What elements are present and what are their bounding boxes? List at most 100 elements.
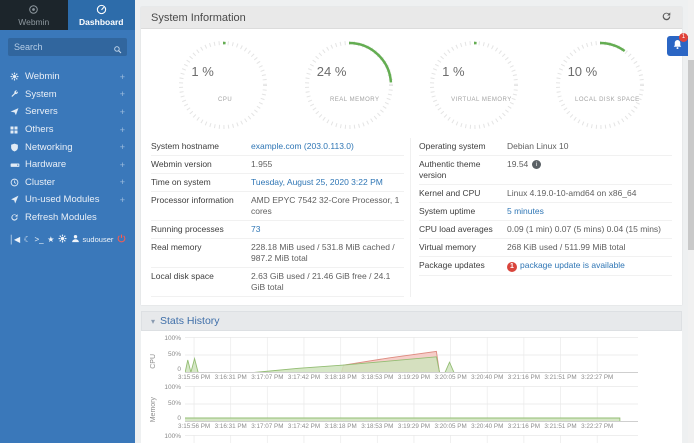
cpu-gauge-value: 1 % [191,64,213,79]
sidebar-item-cluster[interactable]: Cluster+ [0,174,135,192]
user-icon [71,234,80,245]
virtual-memory-gauge-value: 1 % [442,64,464,79]
expand-plus-icon[interactable]: + [120,107,125,117]
y-tick-label: 50% [168,400,181,407]
system-hostname-row: System hostnameexample.com (203.0.113.0) [151,138,404,156]
update-count-badge: 1 [507,262,517,272]
refresh-button[interactable] [661,11,672,24]
main-content: System Information 1 % CPU 24 % REAL MEM… [135,0,688,443]
sidebar-item-refresh-modules[interactable]: Refresh Modules [0,209,135,227]
running-processes-row: Running processes73 [151,221,404,239]
package-updates-row: Package updates1package update is availa… [419,257,672,276]
chart-series-label: CPU [150,354,157,369]
y-tick-label: 100% [164,335,181,342]
info-value[interactable]: Tuesday, August 25, 2020 3:22 PM [251,177,404,188]
notification-bell-button[interactable]: 1 [667,36,688,56]
tab-dashboard[interactable]: Dashboard [68,0,136,30]
sidebar-item-webmin[interactable]: Webmin+ [0,68,135,86]
local-disk-space-row: Local disk space2.63 GiB used / 21.46 Gi… [151,268,404,297]
stats-history-panel: ▾ Stats History CPU 100% 50% 03:15:56 PM 3:1… [141,311,682,443]
settings-button[interactable] [58,234,67,245]
x-tick-label: 3:17:07 PM [251,374,283,381]
sidebar-item-label: Hardware [25,159,66,170]
info-value: 2.63 GiB used / 21.46 GiB free / 24.1 Gi… [251,271,404,293]
chart-y-axis: 100% 50% 0 [159,337,185,373]
sidebar-item-others[interactable]: Others+ [0,121,135,139]
gear-icon [10,72,25,81]
expand-plus-icon[interactable]: + [120,142,125,152]
sidebar-item-hardware[interactable]: Hardware + [0,156,135,174]
info-value[interactable]: example.com (203.0.113.0) [251,141,404,152]
scrollbar-thumb[interactable] [688,60,694,250]
chevron-down-icon: ▾ [151,317,155,326]
expand-plus-icon[interactable]: + [120,177,125,187]
sidebar-item-label: System [25,89,57,100]
memory-history-chart: Memory100%50%03:15:56 PM3:16:31 PM3:17:0… [147,386,682,433]
expand-plus-icon[interactable]: + [120,89,125,99]
x-tick-label: 3:21:16 PM [508,423,540,430]
real-memory-gauge-label: REAL MEMORY [330,97,380,103]
kernel-and-cpu-row: Kernel and CPULinux 4.19.0-10-amd64 on x… [419,185,672,203]
expand-plus-icon[interactable]: + [120,125,125,135]
info-label: System uptime [419,206,507,217]
expand-plus-icon[interactable]: + [120,160,125,170]
sidebar-item-un-used-modules[interactable]: Un-used Modules+ [0,191,135,209]
power-icon [117,234,126,245]
sidebar-item-label: Servers [25,106,58,117]
system-information-panel: System Information 1 % CPU 24 % REAL MEM… [141,7,682,305]
search-input[interactable] [8,38,127,56]
favorites-button[interactable]: ★ [47,235,54,244]
scrollbar[interactable] [688,0,694,443]
x-tick-label: 3:15:56 PM [178,374,210,381]
tools-icon [10,90,25,99]
info-value[interactable]: 1package update is available [507,260,672,272]
sidebar-item-networking[interactable]: Networking+ [0,138,135,156]
logout-button[interactable] [117,234,126,245]
star-icon: ★ [47,235,54,244]
sidebar-item-label: Refresh Modules [25,212,97,223]
processor-information-row: Processor informationAMD EPYC 7542 32-Co… [151,192,404,221]
real-memory-gauge: 24 % REAL MEMORY [300,36,398,134]
system-information-header: System Information [141,7,682,29]
real-memory-row: Real memory228.18 MiB used / 531.8 MiB c… [151,239,404,268]
y-tick-label: 0 [177,366,181,373]
terminal-button[interactable]: >_ [34,235,43,244]
virtual-memory-gauge-label: VIRTUAL MEMORY [451,97,512,103]
sidebar-toolbar: │◀ ☾ >_ ★ sudouser [0,231,135,247]
cpu-load-averages-row: CPU load averages0.09 (1 min) 0.07 (5 mi… [419,221,672,239]
chart-plot-area [185,435,638,443]
x-tick-label: 3:20:40 PM [471,374,503,381]
info-icon[interactable]: i [532,160,541,169]
expand-plus-icon[interactable]: + [120,72,125,82]
webmin-logo-icon [28,4,39,16]
cpu-gauge-label: CPU [218,97,232,103]
y-tick-label: 100% [164,384,181,391]
local-disk-space-gauge: 10 % LOCAL DISK SPACE [551,36,649,134]
chart-plot-area [185,337,638,373]
info-value[interactable]: 73 [251,224,404,235]
stats-history-toggle[interactable]: ▾ Stats History [141,311,682,331]
system-info-tables: System hostnameexample.com (203.0.113.0)… [141,136,682,305]
x-tick-label: 3:22:27 PM [581,374,613,381]
authentic-theme-version-row: Authentic theme version19.54i [419,156,672,185]
notification-badge: 1 [679,33,688,42]
expand-plus-icon[interactable]: + [120,195,125,205]
collapse-sidebar-button[interactable]: │◀ [9,235,20,244]
search-icon[interactable] [113,41,122,59]
clock-icon [10,178,25,187]
tab-webmin[interactable]: Webmin [0,0,68,30]
user-button[interactable]: sudouser [71,234,114,245]
info-value[interactable]: 5 minutes [507,206,672,217]
info-label: Time on system [151,177,251,188]
info-label: System hostname [151,141,251,152]
moon-icon: ☾ [24,235,31,244]
x-tick-label: 3:16:31 PM [215,374,247,381]
sidebar-menu: Webmin+System+Servers+Others+Networking+… [0,68,135,226]
refresh-icon [10,213,25,222]
night-mode-button[interactable]: ☾ [24,235,31,244]
sidebar-item-system[interactable]: System + [0,86,135,104]
page-title: System Information [151,12,246,24]
chart-y-axis: 100%50%0 [159,435,185,443]
y-tick-label: 50% [168,351,181,358]
sidebar-item-servers[interactable]: Servers + [0,103,135,121]
